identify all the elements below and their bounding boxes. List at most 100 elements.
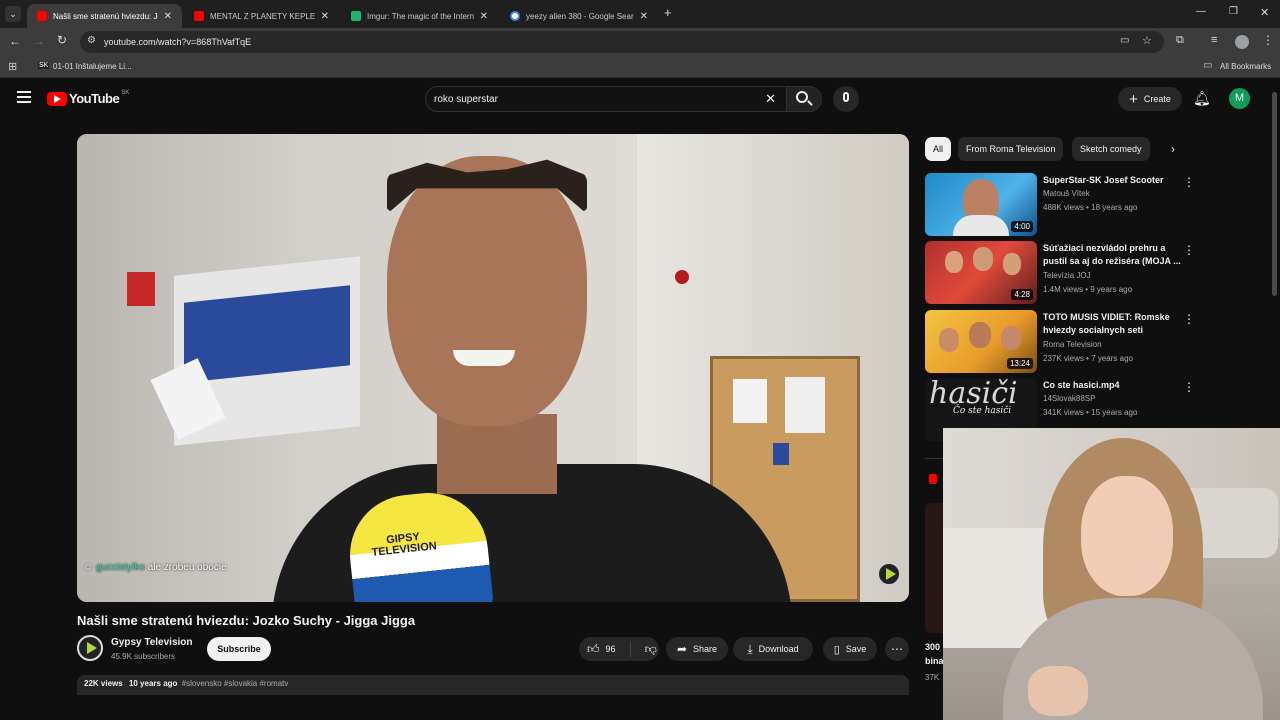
save-label: Save [845, 644, 867, 654]
tab-2[interactable]: Imgur: The magic of the Interne ✕ [341, 4, 498, 28]
region-code: SK [121, 89, 130, 96]
address-bar[interactable]: ⚙ youtube.com/watch?v=868ThVafTqE ▭ ☆ [80, 31, 1164, 53]
youtube-wordmark: YouTube [69, 91, 120, 106]
video-title: TOTO MUSIS VIDIET: Romske hviezdy social… [1043, 312, 1170, 335]
webcam-person-hand [1028, 666, 1088, 716]
tab-3[interactable]: yeezy alien 380 - Google Search ✕ [500, 4, 658, 28]
more-options-icon[interactable]: ⋮ [1183, 243, 1195, 257]
cast-icon[interactable]: ▭ [1120, 35, 1129, 46]
chip-from-roma-television[interactable]: From Roma Television [958, 137, 1064, 161]
video-thumbnail[interactable]: 4:00 [925, 173, 1037, 236]
tab-0[interactable]: Našli sme stratenú hviezdu: Joz ✕ [27, 4, 182, 28]
thumbnail-subtitle: Čo ste hasiči [953, 406, 1012, 416]
bookmark-icon: ▯ [833, 643, 840, 656]
video-meta: 1.4M views • 9 years ago [1043, 285, 1133, 294]
tab-search-button[interactable]: ⌄ [5, 6, 21, 22]
list-item[interactable]: 4:00 SuperStar-SK Josef Scooter Matouš V… [925, 173, 1195, 237]
channel-avatar[interactable] [77, 635, 103, 661]
partial-video-meta: 37K [925, 673, 940, 682]
back-button[interactable]: ← [9, 34, 21, 48]
search-button[interactable] [786, 86, 822, 112]
video-thumbnail[interactable]: 4:28 [925, 241, 1037, 304]
hamburger-menu-icon[interactable] [17, 91, 31, 103]
profile-avatar[interactable] [1235, 35, 1249, 49]
more-options-icon[interactable]: ⋮ [1183, 312, 1195, 326]
media-controls-icon[interactable]: ≡ [1211, 34, 1217, 46]
duration-badge: 4:28 [1011, 289, 1033, 300]
all-bookmarks-link[interactable]: All Bookmarks [1220, 62, 1271, 71]
hashtags[interactable]: #slovensko #slovakia #romatv [182, 679, 289, 688]
description-box[interactable]: 22K views 10 years ago #slovensko #slova… [77, 675, 909, 695]
video-meta: 488K views • 18 years ago [1043, 203, 1138, 212]
video-thumbnail[interactable]: 13:24 [925, 310, 1037, 373]
channel-name: Matouš Vítek [1043, 189, 1090, 198]
partial-title-line2: bina [925, 656, 944, 666]
bookmark-star-icon[interactable]: ☆ [1142, 34, 1152, 47]
forward-button[interactable]: → [33, 34, 45, 48]
apps-grid-icon[interactable]: ⊞ [8, 60, 17, 73]
phone-sign [127, 272, 155, 306]
voice-search-button[interactable] [833, 86, 859, 112]
more-actions-button[interactable]: ⋯ [885, 637, 909, 661]
like-button[interactable]: 👍︎ 96 [587, 642, 616, 657]
notifications-bell-icon[interactable]: 🔔︎ [1193, 90, 1211, 107]
more-options-icon[interactable]: ⋮ [1183, 175, 1195, 189]
chip-all[interactable]: All [925, 137, 952, 161]
tab-title: yeezy alien 380 - Google Search [526, 11, 634, 21]
tab-title: Našli sme stratenú hviezdu: Joz [53, 11, 158, 21]
person-mouth [453, 350, 515, 366]
person-neck [437, 414, 557, 494]
close-icon[interactable]: ✕ [321, 11, 329, 22]
list-item[interactable]: 13:24 TOTO MUSIS VIDIET: Romske hviezdy … [925, 310, 1195, 374]
channel-name: Televízia JOJ [1043, 271, 1091, 280]
download-button[interactable]: ⤓ Download [733, 637, 813, 661]
clear-search-icon[interactable]: ✕ [765, 91, 776, 107]
chevron-right-icon[interactable]: › [1171, 142, 1175, 156]
share-label: Share [693, 644, 718, 654]
site-info-icon[interactable]: ⚙ [87, 35, 96, 46]
youtube-logo[interactable]: YouTube SK [47, 89, 130, 106]
youtube-favicon-icon [194, 11, 204, 21]
microphone-icon [843, 92, 849, 102]
close-icon[interactable]: ✕ [640, 11, 648, 22]
close-icon[interactable]: ✕ [164, 11, 172, 22]
search-input[interactable]: roko superstar ✕ [425, 86, 787, 112]
dislike-button[interactable]: 👎︎ [645, 642, 657, 657]
video-title: Našli sme stratenú hviezdu: Jozko Suchy … [77, 613, 416, 628]
close-icon[interactable]: ✕ [480, 11, 488, 22]
minimize-button[interactable]: — [1196, 6, 1206, 17]
shorts-icon[interactable] [929, 474, 937, 484]
smile-icon: ☺ [83, 562, 94, 573]
close-window-button[interactable]: ✕ [1260, 6, 1269, 19]
extensions-icon[interactable]: ⧉ [1176, 34, 1184, 47]
share-button[interactable]: ➦ Share [666, 637, 728, 661]
chip-label: All [933, 144, 944, 154]
avatar[interactable]: M [1229, 88, 1250, 109]
restore-button[interactable]: ❐ [1229, 6, 1238, 17]
imgur-favicon-icon [351, 11, 361, 21]
list-item[interactable]: 4:28 Súťažiaci nezvládol prehru a pustil… [925, 241, 1195, 305]
channel-name[interactable]: Gypsy Television [111, 637, 193, 648]
caption-text: ale zrobeu obocie [147, 562, 227, 573]
avatar-letter: M [1234, 92, 1245, 104]
partial-title-line1: 300 [925, 642, 941, 652]
browser-menu-icon[interactable]: ⋮ [1262, 33, 1274, 47]
bookmark-item[interactable]: 01-01 Inštalujeme Li... [53, 62, 132, 71]
reload-button[interactable]: ↻ [57, 33, 67, 47]
video-player[interactable]: GIPSY TELEVISION ☺ guccistylko ale zrobe… [77, 134, 909, 602]
save-button[interactable]: ▯ Save [823, 637, 877, 661]
page-scrollbar[interactable] [1272, 92, 1277, 296]
channel-watermark-icon[interactable] [877, 562, 901, 586]
partial-thumbnail[interactable] [925, 503, 945, 633]
download-icon: ⤓ [747, 641, 753, 656]
new-tab-button[interactable]: + [664, 5, 672, 20]
subscribe-button[interactable]: Subscribe [207, 637, 271, 661]
tab-1[interactable]: MENTAL Z PLANETY KEPLER (R ✕ [184, 4, 339, 28]
view-count: 22K views [84, 679, 123, 688]
duration-badge: 13:24 [1006, 358, 1033, 369]
create-button[interactable]: + Create [1118, 87, 1182, 111]
bookmarks-bar: ⊞ SK 01-01 Inštalujeme Li... ▭ All Bookm… [0, 56, 1280, 78]
chip-sketch-comedy[interactable]: Sketch comedy [1072, 137, 1150, 161]
download-label: Download [758, 644, 799, 654]
more-options-icon[interactable]: ⋮ [1183, 380, 1195, 394]
